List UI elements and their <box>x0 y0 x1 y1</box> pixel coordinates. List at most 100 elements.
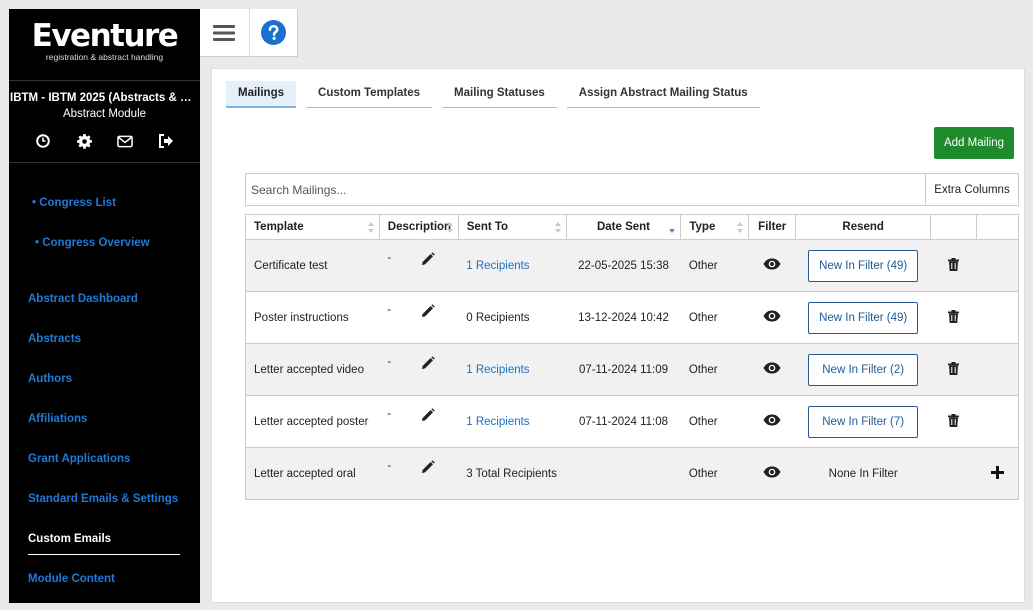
active-item-underline <box>28 554 180 555</box>
table-row: Letter accepted oral - 3 Total Recipient… <box>245 447 1019 500</box>
menu-toggle-button[interactable] <box>200 9 249 57</box>
congress-name: IBTM - IBTM 2025 (Abstracts & Par... <box>10 92 200 104</box>
cell-action <box>930 343 977 396</box>
gear-icon[interactable] <box>76 133 92 149</box>
cell-date-sent: 22-05-2025 15:38 <box>566 239 681 292</box>
cell-action <box>930 239 977 292</box>
cell-date-sent <box>566 447 681 500</box>
table-row: Letter accepted poster - 1 Recipients 07… <box>245 395 1019 448</box>
column-header-description[interactable]: Description <box>378 214 459 240</box>
column-header-resend: Resend <box>795 214 932 240</box>
description-value: - <box>387 304 392 316</box>
cell-sent-to: 1 Recipients <box>458 395 567 448</box>
sidebar: Eventure registration & abstract handlin… <box>9 9 200 603</box>
description-value: - <box>387 460 392 472</box>
sidebar-item-custom-emails[interactable]: Custom Emails <box>9 533 111 545</box>
tab-mailing-statuses[interactable]: Mailing Statuses <box>442 81 557 108</box>
sidebar-item-congress-overview[interactable]: • Congress Overview <box>9 237 150 249</box>
hamburger-menu-icon <box>213 24 236 41</box>
cell-filter <box>748 395 796 448</box>
eye-icon[interactable] <box>763 414 781 429</box>
description-value: - <box>387 356 392 368</box>
pencil-icon[interactable] <box>421 408 436 425</box>
sidebar-item-module-content[interactable]: Module Content <box>9 573 115 585</box>
cell-description: - <box>379 291 459 344</box>
table-row: Poster instructions - 0 Recipients 13-12… <box>245 291 1019 344</box>
recipients-link[interactable]: 1 Recipients <box>466 364 529 376</box>
column-header-date-sent[interactable]: Date Sent <box>565 214 682 240</box>
tab-mailings[interactable]: Mailings <box>226 81 297 108</box>
sidebar-item-congress-list[interactable]: • Congress List <box>9 197 116 209</box>
logo-text: Eventure <box>31 18 179 54</box>
eye-icon[interactable] <box>763 310 781 325</box>
column-header-action <box>930 214 978 240</box>
cell-filter <box>748 239 796 292</box>
cell-description: - <box>379 447 459 500</box>
logout-icon[interactable] <box>158 133 174 149</box>
sort-icon <box>737 222 744 233</box>
cell-extra <box>976 343 1019 396</box>
cell-resend: New In Filter (49) <box>795 291 931 344</box>
tab-custom-templates[interactable]: Custom Templates <box>306 81 433 108</box>
help-button[interactable] <box>248 8 298 57</box>
cell-type: Other <box>680 343 749 396</box>
eye-icon[interactable] <box>763 258 781 273</box>
sidebar-item-standard-emails-settings[interactable]: Standard Emails & Settings <box>9 493 178 505</box>
clock-icon[interactable] <box>35 133 51 149</box>
mail-icon[interactable] <box>117 133 133 149</box>
add-mailing-button[interactable]: Add Mailing <box>934 127 1014 159</box>
column-header-sent-to[interactable]: Sent To <box>457 214 567 240</box>
resend-new-in-filter-button[interactable]: New In Filter (7) <box>808 405 919 438</box>
cell-template: Letter accepted video <box>245 343 380 396</box>
extra-columns-button[interactable]: Extra Columns <box>925 174 1018 205</box>
resend-new-in-filter-button[interactable]: New In Filter (2) <box>808 353 919 386</box>
recipients-link[interactable]: 1 Recipients <box>466 260 529 272</box>
eye-icon[interactable] <box>763 362 781 377</box>
cell-resend: New In Filter (7) <box>795 395 931 448</box>
cell-description: - <box>379 343 459 396</box>
recipients-link[interactable]: 1 Recipients <box>466 416 529 428</box>
cell-sent-to: 3 Total Recipients <box>458 447 567 500</box>
plus-icon[interactable] <box>990 465 1004 482</box>
cell-type: Other <box>680 239 749 292</box>
top-toolbar <box>200 8 298 57</box>
trash-icon[interactable] <box>948 413 960 430</box>
cell-extra <box>976 447 1019 500</box>
search-input[interactable] <box>246 174 925 205</box>
resend-new-in-filter-button[interactable]: New In Filter (49) <box>808 301 919 334</box>
tab-bar: Mailings Custom Templates Mailing Status… <box>226 81 760 108</box>
resend-new-in-filter-button[interactable]: New In Filter (49) <box>808 249 919 282</box>
cell-action <box>930 447 977 500</box>
cell-sent-to: 0 Recipients <box>458 291 567 344</box>
pencil-icon[interactable] <box>421 356 436 373</box>
sidebar-item-authors[interactable]: Authors <box>9 373 72 385</box>
cell-resend: None In Filter <box>795 447 931 500</box>
cell-sent-to: 1 Recipients <box>458 343 567 396</box>
cell-description: - <box>379 239 459 292</box>
cell-resend: New In Filter (2) <box>795 343 931 396</box>
table-row: Letter accepted video - 1 Recipients 07-… <box>245 343 1019 396</box>
cell-type: Other <box>680 447 749 500</box>
cell-filter <box>748 447 796 500</box>
logo[interactable]: Eventure registration & abstract handlin… <box>9 9 200 81</box>
description-value: - <box>387 408 392 420</box>
trash-icon[interactable] <box>948 361 960 378</box>
column-header-template[interactable]: Template <box>245 214 380 240</box>
cell-type: Other <box>680 395 749 448</box>
pencil-icon[interactable] <box>421 460 436 477</box>
column-header-type[interactable]: Type <box>680 214 750 240</box>
cell-template: Certificate test <box>245 239 380 292</box>
eye-icon[interactable] <box>763 466 781 481</box>
pencil-icon[interactable] <box>421 304 436 321</box>
sidebar-item-affiliations[interactable]: Affiliations <box>9 413 87 425</box>
sidebar-item-grant-applications[interactable]: Grant Applications <box>9 453 130 465</box>
cell-description: - <box>379 395 459 448</box>
trash-icon[interactable] <box>948 257 960 274</box>
sidebar-item-abstract-dashboard[interactable]: Abstract Dashboard <box>9 293 138 305</box>
pencil-icon[interactable] <box>421 252 436 269</box>
sidebar-item-abstracts[interactable]: Abstracts <box>9 333 81 345</box>
column-header-filter: Filter <box>748 214 797 240</box>
trash-icon[interactable] <box>948 309 960 326</box>
column-header-extra <box>976 214 1019 240</box>
tab-assign-abstract-mailing-status[interactable]: Assign Abstract Mailing Status <box>566 81 760 108</box>
